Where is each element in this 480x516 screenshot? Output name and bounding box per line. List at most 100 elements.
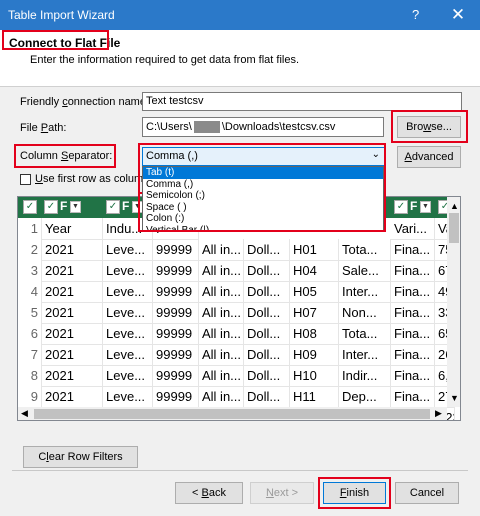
scroll-left-icon[interactable]: ◀ [21, 408, 28, 419]
table-cell: All in... [199, 365, 244, 387]
file-path-input[interactable]: C:\Users\ \Downloads\testcsv.csv [142, 117, 384, 137]
row-number: 7 [18, 344, 42, 366]
table-cell: 99999 [153, 323, 199, 345]
table-cell: Leve... [103, 344, 153, 366]
clear-row-filters-button[interactable]: Clear Row Filters [23, 446, 138, 468]
table-cell: H05 [290, 281, 339, 303]
highlight-box [318, 477, 391, 509]
table-cell: Doll... [244, 323, 290, 345]
table-cell: Fina... [391, 239, 435, 261]
table-cell: Inter... [339, 281, 391, 303]
file-path-prefix: C:\Users\ [146, 121, 192, 133]
row-number: 4 [18, 281, 42, 303]
table-cell: All in... [199, 302, 244, 324]
table-cell: Leve... [103, 323, 153, 345]
highlight-box [391, 110, 468, 143]
column-include-checkbox[interactable]: ✓ [44, 200, 58, 214]
file-path-label: File Path: [20, 122, 67, 134]
first-row-label: Use first row as column [35, 173, 150, 185]
table-cell: Doll... [244, 260, 290, 282]
table-cell: All in... [199, 344, 244, 366]
table-cell: Leve... [103, 239, 153, 261]
table-cell: Doll... [244, 239, 290, 261]
table-cell: 2021 [42, 239, 103, 261]
table-cell: Tota... [339, 239, 391, 261]
column-include-checkbox[interactable]: ✓ [106, 200, 120, 214]
table-cell: Inter... [339, 344, 391, 366]
table-cell: 99999 [153, 386, 199, 408]
cancel-button[interactable]: Cancel [395, 482, 459, 504]
table-cell: Leve... [103, 365, 153, 387]
column-filter-dropdown[interactable]: ▼ [70, 201, 81, 213]
table-cell: 99999 [153, 281, 199, 303]
column-filter-dropdown[interactable]: ▼ [420, 201, 431, 213]
table-cell: Fina... [391, 386, 435, 408]
scroll-up-icon[interactable]: ▲ [450, 201, 459, 211]
column-filter-marker: F [410, 199, 418, 213]
table-cell: 2021 [42, 302, 103, 324]
row-number: 1 [18, 218, 42, 240]
scroll-right-icon[interactable]: ▶ [435, 408, 442, 419]
table-cell: 2021 [42, 386, 103, 408]
divider [12, 470, 468, 471]
table-cell: 99999 [153, 344, 199, 366]
table-cell: 99999 [153, 260, 199, 282]
highlight-box [14, 144, 116, 168]
column-filter-marker: F [122, 199, 130, 213]
table-cell: 2021 [42, 323, 103, 345]
table-cell: 2021 [42, 365, 103, 387]
back-button[interactable]: < Back [175, 482, 243, 504]
vertical-scrollbar[interactable]: ▲ ▼ [447, 197, 460, 407]
table-cell: 2021 [42, 281, 103, 303]
page-subtitle: Enter the information required to get da… [30, 54, 300, 66]
table-cell: H01 [290, 239, 339, 261]
table-cell: All in... [199, 281, 244, 303]
table-cell: Leve... [103, 386, 153, 408]
row-number: 6 [18, 323, 42, 345]
help-button[interactable]: ? [412, 7, 419, 22]
table-cell: Doll... [244, 344, 290, 366]
row-number: 8 [18, 365, 42, 387]
next-button[interactable]: Next > [250, 482, 314, 504]
friendly-name-input[interactable]: Text testcsv [142, 92, 462, 111]
table-cell: Fina... [391, 281, 435, 303]
table-cell: Fina... [391, 344, 435, 366]
table-cell: H09 [290, 344, 339, 366]
table-cell: 2021 [42, 260, 103, 282]
table-cell: Non... [339, 302, 391, 324]
table-cell: Fina... [391, 302, 435, 324]
advanced-button[interactable]: Advanced [397, 146, 461, 168]
row-number: 3 [18, 260, 42, 282]
title-bar: Table Import Wizard ? ✕ [0, 0, 480, 30]
scroll-down-icon[interactable]: ▼ [450, 393, 459, 403]
table-cell: Doll... [244, 386, 290, 408]
horizontal-scrollbar[interactable]: ◀ ▶ [18, 407, 447, 420]
table-cell: Fina... [391, 260, 435, 282]
table-cell: Fina... [391, 323, 435, 345]
friendly-name-label: Friendly connection name: [20, 96, 150, 108]
table-cell: 2021 [42, 344, 103, 366]
scroll-thumb[interactable] [34, 409, 430, 419]
column-include-checkbox[interactable]: ✓ [394, 200, 408, 214]
table-cell: H08 [290, 323, 339, 345]
column-filter-marker: F [60, 199, 68, 213]
scroll-thumb[interactable] [449, 213, 459, 243]
highlight-box [2, 30, 109, 50]
window-title: Table Import Wizard [8, 8, 115, 22]
table-cell: Indir... [339, 365, 391, 387]
row-number: 2 [18, 239, 42, 261]
column-include-checkbox[interactable]: ✓ [23, 200, 37, 214]
table-cell: H04 [290, 260, 339, 282]
table-cell: Sale... [339, 260, 391, 282]
first-row-checkbox[interactable] [20, 174, 31, 185]
table-cell: H10 [290, 365, 339, 387]
table-cell: Leve... [103, 281, 153, 303]
table-cell: Doll... [244, 365, 290, 387]
row-number: 5 [18, 302, 42, 324]
table-cell: H07 [290, 302, 339, 324]
close-button[interactable]: ✕ [446, 3, 470, 27]
table-cell: Leve... [103, 302, 153, 324]
table-cell: 99999 [153, 239, 199, 261]
table-cell: Doll... [244, 302, 290, 324]
table-cell: Tota... [339, 323, 391, 345]
